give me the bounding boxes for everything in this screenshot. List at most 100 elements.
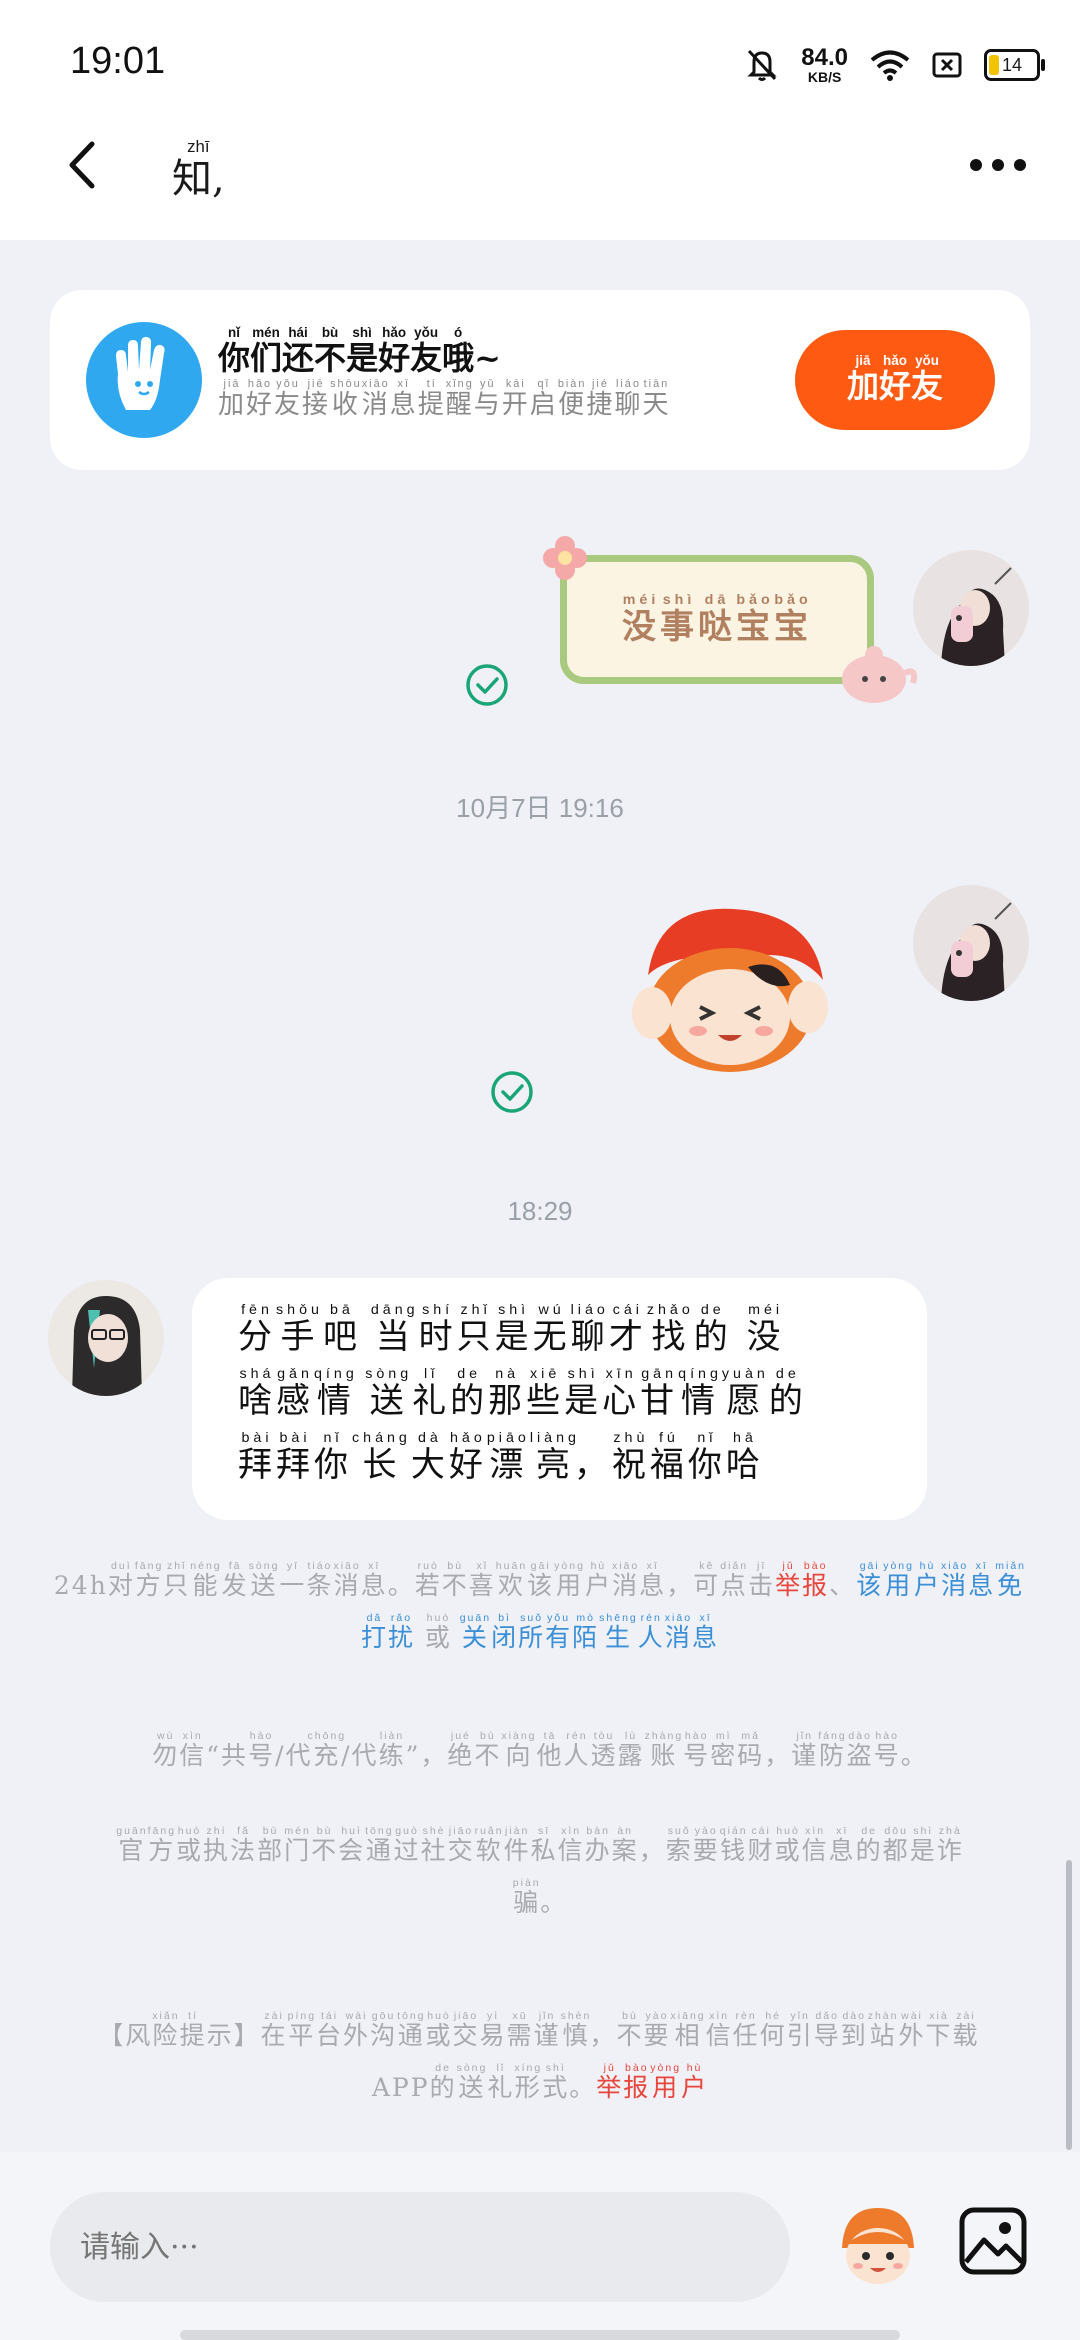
- banner-title-char: 还hái: [282, 325, 315, 377]
- notice-message-limit: 24h对duì方fāng只zhǐ能néng发fā送sòng一yī条tiáo消xi…: [50, 1560, 1030, 1664]
- report-link-char: 报bào: [802, 1560, 830, 1600]
- notice-risk-char: 通tōng: [397, 2010, 426, 2050]
- image-icon[interactable]: [958, 2206, 1028, 2276]
- notice-risk-char: 形xíng: [514, 2062, 543, 2102]
- banner-title-char: 你nǐ: [218, 325, 251, 377]
- notice-fraud-warning-char: 方fāng: [147, 1825, 177, 1865]
- banner-subtitle-char: 醒xǐng: [445, 378, 474, 420]
- notice-fraud-warning-char: 信xìn: [557, 1825, 585, 1865]
- notice-limit-char: 方fāng: [134, 1560, 164, 1600]
- notice-separator: 、: [829, 1571, 857, 1600]
- chevron-left-icon[interactable]: [58, 140, 108, 190]
- notice-limit-char: 点diǎn: [720, 1560, 749, 1600]
- sticker-text-char: 事shì: [660, 591, 698, 647]
- banner-subtitle-char: 捷jié: [586, 378, 615, 420]
- notice-risk-char: 。: [569, 2073, 597, 2102]
- notice-account-safety-char: ”，: [405, 1741, 448, 1770]
- notice-account-safety-char: 信xìn: [179, 1730, 207, 1770]
- close-stranger-messages-link-char: 有yǒu: [545, 1612, 573, 1652]
- sticker-text-char: 宝bǎo: [774, 591, 812, 647]
- notice-account-safety-char: 盗dào: [846, 1730, 874, 1770]
- banner-title-char: ~: [474, 339, 501, 377]
- message-text-char: 那nà: [488, 1366, 527, 1421]
- notice-limit-char: 对duì: [107, 1560, 135, 1600]
- notice-limit-char: 不bù: [441, 1560, 469, 1600]
- notice-fraud-warning-char: 是shì: [909, 1825, 937, 1865]
- sticker-face-icon[interactable]: [828, 2194, 928, 2294]
- sim-off-icon: [932, 52, 962, 78]
- my-avatar[interactable]: [913, 885, 1029, 1001]
- message-text-char: 长cháng: [352, 1430, 411, 1485]
- notice-limit-char: 欢huān: [495, 1560, 528, 1600]
- report-user-link-char: 户hù: [681, 2062, 709, 2102]
- banner-title-char: 好hǎo: [378, 325, 411, 377]
- chat-title-text: 知,: [172, 156, 225, 202]
- wifi-icon: [870, 50, 910, 81]
- sticker-text-char: 宝bǎo: [736, 591, 774, 647]
- close-stranger-messages-link-char: 息xī: [692, 1612, 720, 1652]
- contact-avatar[interactable]: [48, 1280, 164, 1396]
- close-stranger-messages-link[interactable]: 关guān闭bì所suǒ有yǒu陌mò生shēng人rén消xiāo息xī: [459, 1612, 720, 1652]
- message-text-char: 才cái: [608, 1302, 647, 1357]
- notice-limit-char: 消xiāo: [611, 1560, 640, 1600]
- banner-title-char: 是shì: [346, 325, 379, 377]
- report-user-link[interactable]: 举jǔ报bào用yòng户hù: [596, 2062, 709, 2102]
- notice-fraud-warning-char: 。: [540, 1888, 568, 1917]
- notice-risk-char: 易yì: [479, 2010, 507, 2050]
- mute-user-link-char: 消xiāo: [940, 1560, 969, 1600]
- message-input[interactable]: [50, 2192, 790, 2302]
- notice-risk-char: 引yǐn: [786, 2010, 814, 2050]
- message-line-1: 分fēn手shǒu吧bā 当dāng时shí只zhǐ是shì无wú聊liáo才c…: [238, 1302, 785, 1358]
- message-text-char: 拜bài: [276, 1430, 314, 1485]
- notice-limit-char: 消xiāo: [333, 1560, 361, 1600]
- message-text-char: 啥shá: [238, 1366, 276, 1421]
- notice-account-safety-char: “共: [206, 1741, 249, 1770]
- notice-account-safety-char: 露lù: [617, 1730, 645, 1770]
- notice-fraud-warning-char: 要yào: [692, 1825, 720, 1865]
- sticker-text-char: 没méi: [622, 591, 660, 647]
- notice-fraud-warning-char: 或huò: [774, 1825, 802, 1865]
- notice-account-safety-char: 他tā: [536, 1730, 564, 1770]
- bell-muted-icon: [747, 49, 777, 81]
- flower-sticker-message[interactable]: 没méi事shì哒dā宝bǎo宝bǎo: [543, 536, 917, 703]
- notice-risk-char: 送sòng: [456, 2062, 488, 2102]
- status-icons: 84.0 KB/S 14: [745, 40, 1045, 90]
- close-stranger-messages-link-char: 所suǒ: [518, 1612, 546, 1652]
- more-dots-icon[interactable]: [968, 150, 1028, 180]
- notice-account-safety-char: 向xiàng: [501, 1730, 537, 1770]
- speed-unit: KB/S: [807, 69, 842, 85]
- message-text-char: 心xīn: [602, 1366, 641, 1421]
- notice-risk-tip: 【风险xiǎn提tí示】在zài平píng台tái外wài沟gōu通tōng或h…: [90, 2010, 990, 2114]
- notice-risk-char: 何hé: [759, 2010, 787, 2050]
- scrollbar[interactable]: [1066, 1860, 1072, 2150]
- banner-subtitle-char: 收shōu: [330, 378, 362, 420]
- close-stranger-messages-link-char: 关guān: [459, 1612, 492, 1652]
- notice-fraud-warning: 官guān方fāng或huò执zhí法fǎ部bù门mén不bù会huì通tōng…: [90, 1825, 990, 1929]
- network-speed: 84.0 KB/S: [801, 44, 848, 85]
- notice-account-safety-char: 不bù: [474, 1730, 502, 1770]
- notice-fraud-warning-char: 法fǎ: [230, 1825, 258, 1865]
- mute-user-link-char: 户hù: [913, 1560, 941, 1600]
- report-user-link-char: 举jǔ: [596, 2062, 624, 2102]
- message-text-char: 情qíng: [678, 1366, 722, 1421]
- notice-account-safety: 勿wù信xìn“共号hào/代充chōng/代练liàn”，绝jué不bù向xi…: [50, 1730, 1030, 1782]
- speed-value: 84.0: [801, 44, 848, 71]
- my-avatar[interactable]: [913, 550, 1029, 666]
- close-stranger-messages-link-char: 生shēng: [599, 1612, 638, 1652]
- notice-risk-char: 提tí: [179, 2010, 207, 2050]
- banner-subtitle-char: 加jiā: [218, 378, 247, 420]
- close-stranger-messages-link-char: 人rén: [637, 1612, 665, 1652]
- mute-user-link-char: 扰rǎo: [387, 1612, 415, 1652]
- message-text-char: 的de: [450, 1366, 489, 1421]
- timestamp-2: 18:29: [507, 1196, 573, 1226]
- received-message-bubble[interactable]: 分fēn手shǒu吧bā 当dāng时shí只zhǐ是shì无wú聊liáo才c…: [192, 1278, 927, 1520]
- notice-fraud-warning-char: 执zhí: [203, 1825, 231, 1865]
- add-friend-button[interactable]: 加jiā 好hǎo 友yǒu: [795, 330, 995, 430]
- cartoon-sticker-message[interactable]: [618, 895, 848, 1080]
- notice-or-char: 或huò: [424, 1612, 452, 1652]
- input-bar: [0, 2152, 1080, 2340]
- report-link[interactable]: 举jǔ报bào: [775, 1560, 830, 1600]
- mute-user-link-char: 免miǎn: [995, 1560, 1027, 1600]
- banner-subtitle-char: 息xī: [389, 378, 418, 420]
- notice-risk-char: 谨jǐn: [533, 2010, 561, 2050]
